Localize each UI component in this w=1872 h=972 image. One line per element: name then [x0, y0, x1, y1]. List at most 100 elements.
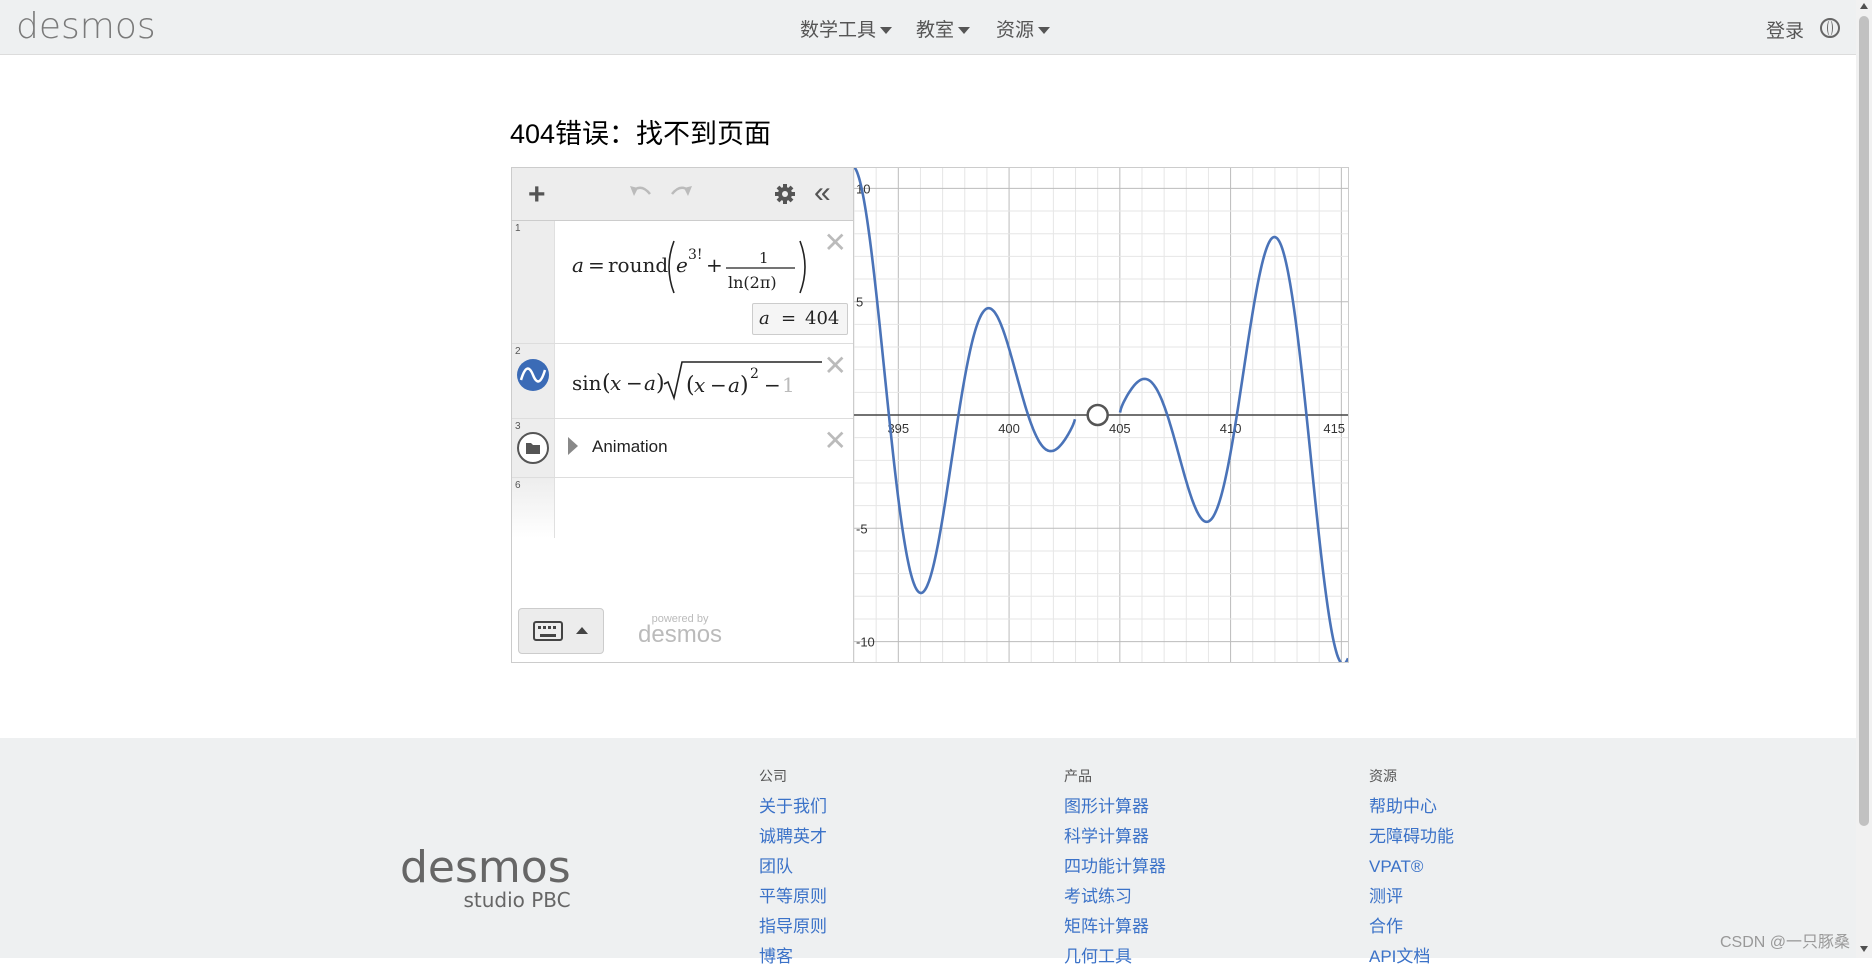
globe-icon[interactable]	[1820, 18, 1840, 38]
scroll-thumb[interactable]	[1859, 16, 1869, 826]
delete-expression-icon[interactable]: ✕	[824, 229, 847, 257]
footer-link[interactable]: 测评	[1369, 882, 1454, 912]
login-link[interactable]: 登录	[1766, 16, 1804, 43]
top-bar: desmos 数学工具 教室 资源 登录	[0, 0, 1856, 55]
footer-link[interactable]: 几何工具	[1064, 942, 1166, 972]
row-number: 2	[515, 346, 521, 357]
svg-text:a: a	[572, 253, 584, 277]
footer-link[interactable]: 矩阵计算器	[1064, 912, 1166, 942]
undo-icon[interactable]	[628, 184, 654, 204]
nav-classroom[interactable]: 教室	[916, 15, 971, 42]
row-number: 6	[515, 480, 521, 491]
svg-text:=: =	[588, 253, 605, 277]
redo-icon[interactable]	[668, 184, 694, 204]
svg-text:1: 1	[759, 249, 769, 267]
gear-icon[interactable]	[774, 183, 796, 205]
svg-text:−: −	[626, 371, 643, 395]
folder-label[interactable]: Animation	[592, 437, 668, 457]
chevron-down-icon	[958, 27, 971, 35]
math-expression[interactable]: sin ( x − a ) ( x − a ) 2 − 1	[572, 356, 822, 410]
x-tick-label: 400	[998, 421, 1020, 436]
desmos-logo[interactable]: desmos	[16, 6, 156, 47]
footer-link[interactable]: 团队	[759, 852, 827, 882]
point-marker	[1086, 403, 1109, 427]
result-value: 404	[805, 308, 840, 329]
footer-link[interactable]: 图形计算器	[1064, 792, 1166, 822]
row-gutter: 3	[512, 419, 555, 477]
svg-text:x: x	[610, 371, 621, 395]
add-expression-button[interactable]: +	[528, 180, 546, 210]
expand-folder-icon[interactable]	[568, 437, 578, 455]
expression-row[interactable]: 1 a = round e 3! + 1 ln(2π) ✕ a = 404	[512, 221, 853, 344]
svg-text:2: 2	[750, 366, 759, 382]
footer-link[interactable]: 科学计算器	[1064, 822, 1166, 852]
powered-by-logo: desmos	[638, 621, 723, 648]
wave-icon[interactable]	[516, 358, 550, 392]
footer-logo[interactable]: desmos studio PBC	[400, 846, 571, 913]
footer-link[interactable]: 合作	[1369, 912, 1454, 942]
svg-text:a: a	[728, 373, 740, 397]
svg-text:): )	[656, 371, 665, 396]
nav-label: 教室	[916, 20, 955, 41]
row-number: 1	[515, 223, 521, 234]
row-gutter: 2	[512, 344, 555, 418]
footer-column-products: 产品 图形计算器 科学计算器 四功能计算器 考试练习 矩阵计算器 几何工具	[1064, 766, 1166, 972]
delete-expression-icon[interactable]: ✕	[824, 352, 847, 380]
svg-text:−: −	[710, 373, 727, 397]
empty-expression-row[interactable]: 6	[512, 478, 853, 538]
footer-column-company: 公司 关于我们 诚聘英才 团队 平等原则 指导原则 博客	[759, 766, 827, 972]
chevron-up-icon	[576, 627, 588, 634]
y-tick-label: -10	[856, 635, 875, 650]
footer-link[interactable]: 诚聘英才	[759, 822, 827, 852]
graphing-calculator: + « 1 a = round e 3! + 1 ln(2π) ✕ a = 40…	[511, 167, 1349, 663]
footer-link[interactable]: VPAT®	[1369, 852, 1454, 882]
expression-row[interactable]: 2 sin ( x − a ) ( x − a ) 2 − 1 ✕	[512, 344, 853, 419]
svg-text:x: x	[694, 373, 705, 397]
nav-resources[interactable]: 资源	[996, 15, 1051, 42]
collapse-panel-button[interactable]: «	[814, 178, 831, 208]
chevron-down-icon	[1038, 27, 1051, 35]
formula-render: sin ( x − a ) ( x − a ) 2 − 1	[572, 361, 822, 401]
y-tick-label: -5	[856, 521, 868, 536]
graph-paper[interactable]: 395 400 405 410 415 10 5 -5 -10	[854, 168, 1348, 662]
nav-math-tools[interactable]: 数学工具	[800, 15, 893, 42]
scroll-down-arrow-icon[interactable]	[1860, 946, 1868, 952]
footer: desmos studio PBC 公司 关于我们 诚聘英才 团队 平等原则 指…	[0, 738, 1856, 966]
footer-link[interactable]: 无障碍功能	[1369, 822, 1454, 852]
footer-link[interactable]: 指导原则	[759, 912, 827, 942]
svg-text:a: a	[644, 371, 656, 395]
footer-link[interactable]: 考试练习	[1064, 882, 1166, 912]
svg-text:e: e	[676, 253, 688, 277]
footer-link[interactable]: 平等原则	[759, 882, 827, 912]
keyboard-icon	[533, 621, 563, 641]
nav-label: 数学工具	[800, 20, 877, 41]
svg-text:ln(2π): ln(2π)	[728, 273, 777, 292]
row-gutter: 6	[512, 478, 555, 538]
footer-link[interactable]: 帮助中心	[1369, 792, 1454, 822]
footer-link[interactable]: 关于我们	[759, 792, 827, 822]
footer-column-resources: 资源 帮助中心 无障碍功能 VPAT® 测评 合作 API文档	[1369, 766, 1454, 972]
footer-link[interactable]: 四功能计算器	[1064, 852, 1166, 882]
page-scrollbar[interactable]	[1856, 0, 1872, 958]
evaluation-result: a = 404	[752, 303, 848, 335]
scroll-up-arrow-icon[interactable]	[1860, 3, 1868, 9]
graph-canvas: 395 400 405 410 415105-5-10	[854, 168, 1348, 662]
svg-text:1: 1	[782, 373, 795, 397]
math-expression[interactable]: a = round e 3! + 1 ln(2π)	[572, 235, 812, 295]
footer-link[interactable]: API文档	[1369, 942, 1454, 972]
footer-column-title: 资源	[1369, 768, 1397, 784]
folder-row[interactable]: 3 Animation ✕	[512, 419, 853, 478]
svg-text:−: −	[764, 373, 781, 397]
delete-expression-icon[interactable]: ✕	[824, 427, 847, 455]
footer-link[interactable]: 博客	[759, 942, 827, 972]
page-title: 404错误：找不到页面	[510, 119, 772, 149]
y-tick-label: 5	[856, 295, 863, 310]
keyboard-toggle-button[interactable]	[518, 608, 604, 654]
folder-icon[interactable]	[516, 431, 550, 465]
expression-list: + « 1 a = round e 3! + 1 ln(2π) ✕ a = 40…	[512, 168, 854, 662]
x-tick-label: 405	[1109, 421, 1131, 436]
powered-by-desmos[interactable]: powered by desmos	[638, 613, 722, 649]
svg-text:round: round	[608, 253, 668, 277]
svg-text:3!: 3!	[688, 247, 703, 263]
footer-column-title: 公司	[759, 768, 787, 784]
